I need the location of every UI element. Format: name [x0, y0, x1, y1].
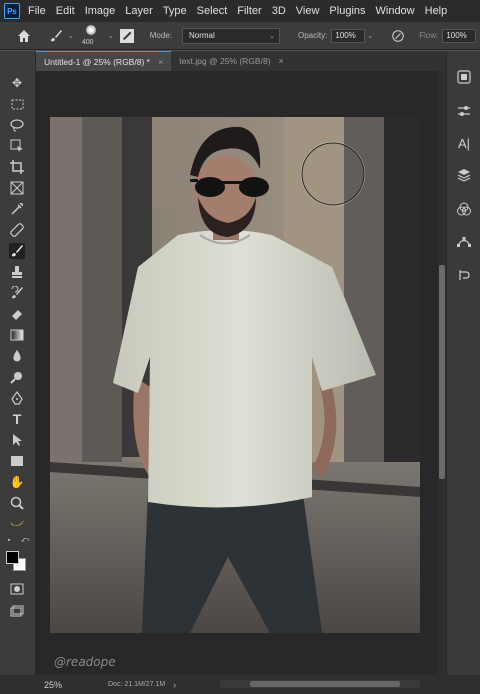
close-icon[interactable]: ×	[279, 56, 284, 66]
brush-size-picker[interactable]: 400	[80, 23, 104, 49]
tools-panel: ✥ T ✋ ▪ ⤺	[0, 51, 36, 675]
panel-dock: A|	[446, 51, 480, 675]
tab-label: Untitled-1 @ 25% (RGB/8) *	[44, 56, 150, 67]
path-select-icon[interactable]	[9, 432, 25, 448]
zoom-level[interactable]: 25%	[44, 680, 80, 690]
scrollbar-thumb[interactable]	[250, 681, 400, 687]
banana-icon[interactable]	[9, 516, 25, 532]
zoom-icon[interactable]	[9, 495, 25, 511]
flow-label: Flow:	[419, 31, 439, 40]
type-icon[interactable]: T	[9, 411, 25, 427]
document-info: Doc: 21.1M/27.1M	[108, 681, 166, 688]
clone-stamp-icon[interactable]	[9, 264, 25, 280]
layers-icon[interactable]	[456, 167, 472, 183]
tab-text-jpg[interactable]: text.jpg @ 25% (RGB/8) ×	[171, 51, 292, 71]
chevron-down-icon[interactable]: ⌄	[68, 32, 74, 40]
adjustments-icon[interactable]	[456, 103, 472, 119]
horizontal-scrollbar[interactable]	[220, 680, 420, 688]
scrollbar-thumb[interactable]	[439, 265, 445, 479]
screen-mode-icon[interactable]	[9, 603, 25, 619]
document-canvas[interactable]	[50, 117, 420, 633]
menu-type[interactable]: Type	[163, 5, 187, 17]
menu-image[interactable]: Image	[85, 5, 116, 17]
pressure-opacity-icon[interactable]	[391, 29, 405, 43]
blur-icon[interactable]	[9, 348, 25, 364]
photo-image	[50, 117, 420, 633]
foreground-color-swatch[interactable]	[6, 551, 19, 564]
brush-settings-panel-icon[interactable]	[119, 28, 134, 43]
watermark-text: @readope	[54, 655, 116, 669]
mode-select[interactable]: Normal ⌄	[181, 27, 280, 44]
opacity-label: Opacity:	[297, 31, 328, 40]
options-bar: ⌄ 400 ⌄ Mode: Normal ⌄ Opacity: 100% ⌄ F…	[0, 22, 480, 50]
menu-edit[interactable]: Edit	[56, 5, 75, 17]
move-icon[interactable]: ✥	[9, 75, 25, 91]
menu-window[interactable]: Window	[376, 5, 415, 17]
libraries-icon[interactable]	[456, 69, 472, 85]
status-bar: 25% Doc: 21.1M/27.1M ›	[0, 675, 480, 694]
brush-preset-icon[interactable]	[48, 28, 64, 44]
menu-file[interactable]: File	[28, 5, 46, 17]
flow-field[interactable]: 100%	[442, 28, 477, 43]
menu-help[interactable]: Help	[425, 5, 448, 17]
chevron-right-icon[interactable]: ›	[173, 680, 176, 690]
mode-label: Mode:	[149, 31, 172, 40]
channels-icon[interactable]	[456, 201, 472, 217]
menu-view[interactable]: View	[296, 5, 320, 17]
chevron-down-icon: ⌄	[269, 32, 275, 40]
character-icon[interactable]: A|	[456, 135, 472, 151]
brush-size-value: 400	[81, 38, 94, 46]
crop-icon[interactable]	[9, 159, 25, 175]
mode-value: Normal	[188, 31, 215, 40]
canvas-workspace[interactable]	[36, 71, 446, 675]
vertical-scrollbar[interactable]	[438, 71, 446, 675]
tab-untitled-1[interactable]: Untitled-1 @ 25% (RGB/8) * ×	[36, 51, 172, 71]
menu-plugins[interactable]: Plugins	[329, 5, 365, 17]
eyedropper-icon[interactable]	[9, 201, 25, 217]
opacity-field[interactable]: 100%	[331, 28, 366, 43]
lasso-icon[interactable]	[9, 117, 25, 133]
history-brush-icon[interactable]	[9, 285, 25, 301]
hand-icon[interactable]: ✋	[9, 474, 25, 490]
rectangle-icon[interactable]	[9, 453, 25, 469]
chevron-down-icon[interactable]: ⌄	[108, 32, 114, 40]
default-colors-icon[interactable]: ▪	[4, 535, 14, 545]
quick-mask-icon[interactable]	[9, 581, 25, 597]
menu-3d[interactable]: 3D	[272, 5, 286, 17]
close-icon[interactable]: ×	[158, 57, 163, 67]
eraser-icon[interactable]	[9, 306, 25, 322]
gradient-icon[interactable]	[9, 327, 25, 343]
photoshop-logo-icon[interactable]: Ps	[4, 3, 20, 19]
frame-icon[interactable]	[9, 180, 25, 196]
history-icon[interactable]	[456, 267, 472, 283]
brush-tip-icon	[85, 24, 96, 35]
swap-colors-icon[interactable]: ⤺	[20, 535, 30, 545]
marquee-icon[interactable]	[9, 96, 25, 112]
menu-select[interactable]: Select	[197, 5, 228, 17]
menu-bar: Ps File Edit Image Layer Type Select Fil…	[0, 0, 480, 22]
healing-brush-icon[interactable]	[9, 222, 25, 238]
menu-filter[interactable]: Filter	[237, 5, 261, 17]
brush-icon[interactable]	[9, 243, 25, 259]
chevron-down-icon[interactable]: ⌄	[367, 32, 373, 40]
menu-layer[interactable]: Layer	[125, 5, 153, 17]
paths-icon[interactable]	[456, 233, 472, 249]
tab-label: text.jpg @ 25% (RGB/8)	[179, 56, 271, 66]
dodge-icon[interactable]	[9, 369, 25, 385]
document-tabs: Untitled-1 @ 25% (RGB/8) * × text.jpg @ …	[36, 51, 446, 71]
object-select-icon[interactable]	[9, 138, 25, 154]
home-icon[interactable]	[16, 28, 32, 44]
pen-icon[interactable]	[9, 390, 25, 406]
